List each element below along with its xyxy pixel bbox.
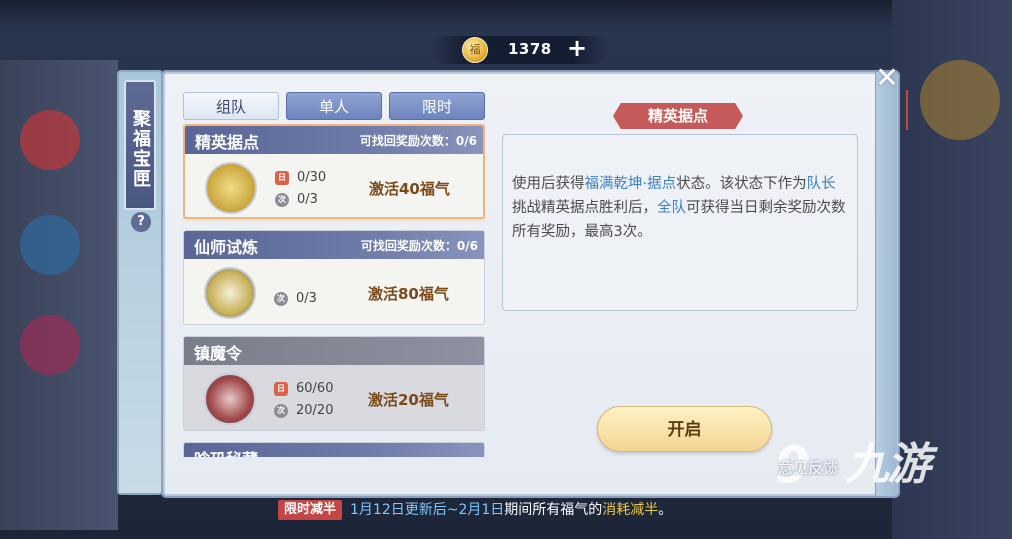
card-reward: 激活80福气: [368, 285, 449, 303]
watermark-text: 九游: [845, 439, 931, 490]
daily-value: 60/60: [296, 381, 334, 396]
activity-card-demon-order[interactable]: 镇魔令 日 60/60 次 20/20 激活20福气: [183, 336, 485, 431]
background-avatar: [20, 110, 80, 170]
daily-value: 0/30: [297, 170, 327, 185]
card-reward: 激活40福气: [369, 180, 450, 198]
card-name: 镇魔令: [194, 344, 243, 363]
feedback-link[interactable]: 意见反馈: [778, 457, 838, 478]
close-button[interactable]: ✕: [870, 62, 904, 96]
notice-bar: 限时减半 1月12日更新后~2月1日期间所有福气的消耗减半。: [0, 498, 1012, 524]
card-name: 精英据点: [195, 133, 260, 152]
mode-tabs: 组队 单人 限时: [183, 92, 485, 120]
card-header: 晗玑秘藏: [184, 443, 484, 457]
claim-label: 可找回奖励次数：: [359, 134, 456, 148]
side-tab: 聚福宝匣 ?: [117, 70, 163, 495]
claim-label: 可找回奖励次数：: [360, 239, 457, 253]
daily-stat: 日 0/30: [275, 170, 326, 185]
detail-title: 精英据点: [613, 103, 743, 129]
side-tab-title[interactable]: 聚福宝匣: [124, 80, 156, 210]
count-icon: 次: [274, 403, 288, 418]
description-text: 状态。该状态下作为: [676, 176, 807, 192]
claim-value: 0/6: [455, 134, 477, 148]
top-bar: [0, 0, 1012, 30]
count-value: 0/3: [297, 192, 318, 207]
activity-card-hidden-treasure[interactable]: 晗玑秘藏: [183, 442, 485, 457]
activity-card-elite-stronghold[interactable]: 精英据点 可找回奖励次数：0/6 日 0/30 次 0/3 激活40福气: [183, 124, 485, 219]
description-text: 挑战精英据点胜利后，: [512, 200, 657, 216]
help-icon[interactable]: ?: [131, 212, 151, 232]
daily-icon: 日: [275, 170, 289, 185]
notice-text: 1月12日更新后~2月1日期间所有福气的消耗减半。: [350, 500, 672, 520]
claim-value: 0/6: [456, 239, 478, 253]
count-value: 20/20: [296, 403, 334, 418]
notice-text-part: 期间所有福气的: [504, 502, 603, 518]
daily-icon: 日: [274, 381, 288, 396]
count-stat: 次 0/3: [274, 291, 317, 306]
tab-limited[interactable]: 限时: [389, 92, 485, 120]
coin-icon: 福: [462, 37, 488, 63]
description-text: 使用后获得: [512, 176, 585, 192]
highlight-text: 队长: [806, 176, 836, 192]
card-avatar: [205, 162, 257, 214]
card-avatar: [204, 373, 256, 425]
background-avatar: [20, 215, 80, 275]
card-avatar: [204, 267, 256, 319]
background-avatar: [20, 315, 80, 375]
currency-value: 1378: [508, 40, 552, 58]
card-header: 镇魔令: [184, 337, 484, 365]
card-claim-count: 可找回奖励次数：0/6: [360, 132, 477, 149]
card-reward: 激活20福气: [368, 391, 449, 409]
activity-list[interactable]: 精英据点 可找回奖励次数：0/6 日 0/30 次 0/3 激活40福气 仙师试炼 …: [183, 124, 485, 457]
panel-right-border: [875, 72, 897, 496]
card-header: 精英据点 可找回奖励次数：0/6: [185, 126, 483, 154]
tab-solo[interactable]: 单人: [286, 92, 382, 120]
count-stat: 次 20/20: [274, 403, 333, 418]
notice-badge: 限时减半: [278, 500, 342, 520]
highlight-text: 全队: [657, 200, 686, 216]
card-name: 晗玑秘藏: [194, 446, 258, 457]
tab-team[interactable]: 组队: [183, 92, 279, 120]
start-button[interactable]: 开启: [597, 406, 772, 452]
daily-stat: 日 60/60: [274, 381, 333, 396]
add-currency-button[interactable]: +: [566, 36, 588, 61]
card-header: 仙师试炼 可找回奖励次数：0/6: [184, 231, 484, 259]
notice-text-part: 1月12日更新后~2月1日: [350, 502, 505, 518]
card-claim-count: 可找回奖励次数：0/6: [361, 237, 478, 254]
currency-bar: 福 1378 +: [432, 36, 608, 64]
count-value: 0/3: [296, 291, 317, 306]
activity-card-immortal-trial[interactable]: 仙师试炼 可找回奖励次数：0/6 次 0/3 激活80福气: [183, 230, 485, 325]
notice-text-part: 。: [658, 502, 673, 518]
highlight-text: 福满乾坤·据点: [584, 176, 677, 192]
tassel-decoration: [906, 90, 916, 130]
card-name: 仙师试炼: [194, 238, 259, 257]
count-stat: 次 0/3: [275, 192, 318, 207]
count-icon: 次: [275, 192, 289, 207]
count-icon: 次: [274, 291, 288, 306]
detail-description: 使用后获得福满乾坤·据点状态。该状态下作为队长挑战精英据点胜利后，全队可获得当日…: [512, 172, 848, 244]
notice-text-part: 消耗减半: [602, 502, 659, 518]
background-decoration: [920, 60, 1000, 140]
